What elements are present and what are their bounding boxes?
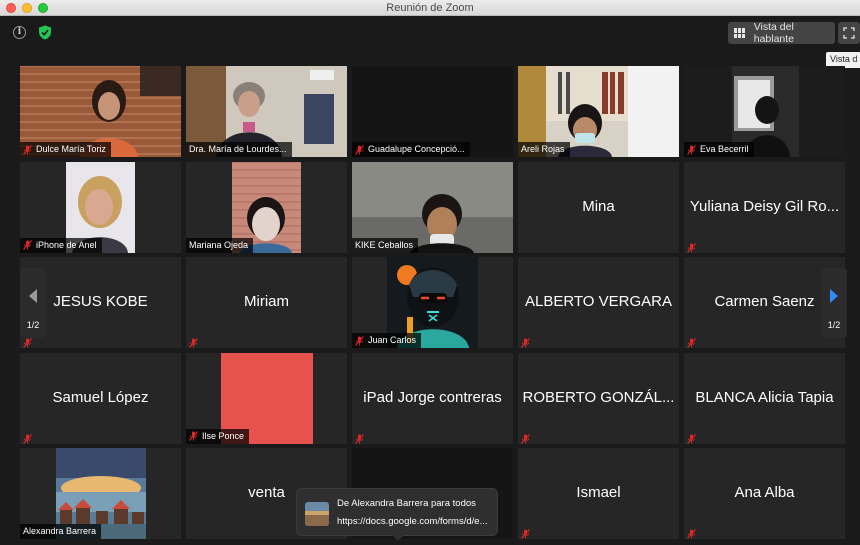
participant-name: Eva Becerril — [700, 144, 749, 154]
participant-tile[interactable]: Samuel López — [20, 352, 181, 444]
participant-tile[interactable]: ROBERTO GONZÁL... — [518, 352, 679, 444]
participant-tile[interactable]: Ismael — [518, 448, 679, 539]
mic-muted-icon — [521, 431, 530, 444]
mic-muted-icon — [687, 335, 696, 348]
participant-name: Alexandra Barrera — [23, 526, 97, 536]
participant-tile[interactable]: iPhone de Anel — [20, 161, 181, 253]
previous-page-button[interactable]: 1/2 — [20, 268, 46, 338]
mic-muted-icon — [23, 240, 32, 250]
participant-name-label: Dulce María Toriz — [20, 142, 111, 157]
participant-name-label: Mariana Ojeda — [186, 237, 254, 253]
participant-tile[interactable]: Ilse Ponce — [186, 352, 347, 444]
mic-muted-icon — [189, 431, 198, 441]
participant-tile[interactable]: Juan Carlos — [352, 257, 513, 348]
participant-name: KIKE Ceballos — [355, 239, 414, 250]
shield-check-icon[interactable] — [38, 25, 52, 40]
participant-name: Miriam — [244, 293, 289, 310]
participant-tile[interactable]: BLANCA Alicia Tapia — [684, 352, 845, 444]
participant-name: Ana Alba — [734, 484, 795, 501]
participant-name-label: Juan Carlos — [352, 333, 422, 348]
chevron-left-icon — [29, 289, 37, 303]
chat-notification[interactable]: De Alexandra Barrera para todos https://… — [296, 488, 498, 541]
participant-name: Dulce María Toriz — [36, 144, 106, 154]
participant-tile[interactable]: iPad Jorge contreras — [352, 352, 513, 444]
mic-muted-icon — [355, 431, 364, 444]
participant-name-label: Ilse Ponce — [186, 428, 250, 444]
participant-name: Ismael — [576, 484, 621, 501]
fullscreen-button[interactable] — [838, 22, 860, 44]
participant-tile[interactable]: Alexandra Barrera — [20, 448, 181, 539]
chat-message-link[interactable]: https://docs.google.com/forms/d/e... — [337, 516, 495, 527]
participant-name: Mariana Ojeda — [189, 239, 249, 250]
participant-tile[interactable]: Guadalupe Concepció... — [352, 66, 513, 157]
participant-name: Mina — [582, 197, 615, 215]
participant-name: Samuel López — [52, 388, 149, 406]
chat-sender: De Alexandra Barrera para todos — [337, 498, 476, 509]
participant-tile[interactable]: Mina — [518, 161, 679, 253]
participant-name: Juan Carlos — [368, 335, 417, 345]
participant-name: Dra. María de Lourdes... — [189, 144, 287, 154]
participant-name-label: iPhone de Anel — [20, 237, 102, 253]
window-titlebar: Reunión de Zoom — [0, 0, 860, 16]
sender-avatar — [305, 502, 329, 526]
participant-tile[interactable]: Mariana Ojeda — [186, 161, 347, 253]
fullscreen-icon — [843, 27, 855, 39]
participant-tile[interactable]: Dulce María Toriz — [20, 66, 181, 157]
mic-muted-icon — [23, 431, 32, 444]
speaker-view-button[interactable]: Vista del hablante — [728, 21, 835, 45]
participant-name: ROBERTO GONZÁL... — [522, 388, 675, 406]
participant-tile[interactable]: Eva Becerril — [684, 66, 845, 157]
participant-name: Yuliana Deisy Gil Ro... — [689, 197, 840, 215]
mic-muted-icon — [687, 431, 696, 444]
participant-name-label: KIKE Ceballos — [352, 237, 419, 253]
page-indicator-left: 1/2 — [26, 320, 40, 330]
participant-name-label: Areli Rojas — [518, 142, 570, 157]
participant-name: iPhone de Anel — [36, 239, 97, 250]
window-title: Reunión de Zoom — [386, 2, 474, 14]
participant-name-label: Alexandra Barrera — [20, 524, 102, 539]
speaker-view-icon — [734, 28, 745, 38]
participant-name: Guadalupe Concepció... — [368, 144, 465, 154]
mic-muted-icon — [23, 144, 32, 155]
participant-tile[interactable]: Miriam — [186, 257, 347, 348]
mic-muted-icon — [355, 335, 364, 346]
participant-name: ALBERTO VERGARA — [525, 293, 672, 310]
participant-name-label: Dra. María de Lourdes... — [186, 142, 292, 157]
mic-muted-icon — [521, 526, 530, 539]
participant-tile[interactable]: Areli Rojas — [518, 66, 679, 157]
meeting-topbar: i Vista del hablante — [0, 16, 860, 50]
participant-name: iPad Jorge contreras — [363, 388, 502, 406]
speaker-view-label: Vista del hablante — [753, 21, 795, 45]
participant-tile[interactable]: Ana Alba — [684, 448, 845, 539]
toast-pointer — [392, 535, 404, 541]
mic-muted-icon — [189, 335, 198, 348]
chevron-right-icon — [830, 289, 838, 303]
mic-muted-icon — [687, 526, 696, 539]
participant-name-label: Guadalupe Concepció... — [352, 142, 470, 157]
participant-name-label: Eva Becerril — [684, 142, 754, 157]
participant-tile[interactable]: Yuliana Deisy Gil Ro... — [684, 161, 845, 253]
mic-muted-icon — [355, 144, 364, 155]
mic-muted-icon — [687, 240, 696, 253]
page-indicator-right: 1/2 — [827, 320, 841, 330]
info-icon[interactable]: i — [13, 26, 26, 39]
participant-name: Ilse Ponce — [202, 430, 245, 441]
participant-tile[interactable]: ALBERTO VERGARA — [518, 257, 679, 348]
next-page-button[interactable]: 1/2 — [821, 268, 847, 338]
participant-name: Areli Rojas — [521, 144, 565, 154]
mic-muted-icon — [521, 335, 530, 348]
mic-muted-icon — [687, 144, 696, 155]
participant-tile[interactable]: KIKE Ceballos — [352, 161, 513, 253]
participant-tile[interactable]: Dra. María de Lourdes... — [186, 66, 347, 157]
participant-gallery: Dulce María Toriz Dra. María de Lourdes..… — [20, 66, 846, 544]
participant-name: BLANCA Alicia Tapia — [695, 388, 834, 406]
